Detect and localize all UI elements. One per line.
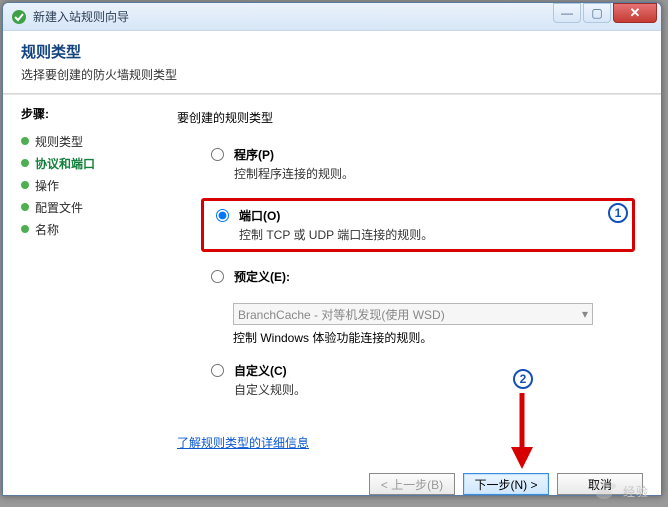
close-icon: ✕ xyxy=(630,6,641,19)
page-subtitle: 选择要创建的防火墙规则类型 xyxy=(21,66,643,83)
option-port[interactable]: 端口(O) 控制 TCP 或 UDP 端口连接的规则。 xyxy=(210,205,626,245)
firewall-icon xyxy=(11,9,27,25)
minimize-button[interactable]: — xyxy=(553,3,581,23)
step-label: 操作 xyxy=(35,177,59,194)
annotation-badge-2: 2 xyxy=(513,369,533,389)
step-label: 协议和端口 xyxy=(35,155,95,172)
option-predefined[interactable]: 预定义(E): xyxy=(205,266,635,289)
bullet-icon xyxy=(21,203,29,211)
radio-predefined[interactable] xyxy=(211,270,224,283)
wizard-button-row: < 上一步(B) 下一步(N) > 取消 xyxy=(369,473,643,495)
wizard-body: 步骤: 规则类型 协议和端口 操作 配置文件 名称 要创建的规则类型 程序(P)… xyxy=(3,95,661,507)
chevron-down-icon: ▾ xyxy=(582,307,588,321)
titlebar: 新建入站规则向导 — ▢ ✕ xyxy=(3,3,661,31)
steps-heading: 步骤: xyxy=(21,105,173,122)
wizard-main: 要创建的规则类型 程序(P) 控制程序连接的规则。 端口(O) 控制 TCP 或… xyxy=(173,95,661,507)
option-desc: 自定义规则。 xyxy=(234,381,306,398)
next-button[interactable]: 下一步(N) > xyxy=(463,473,549,495)
annotation-highlight-port: 端口(O) 控制 TCP 或 UDP 端口连接的规则。 1 xyxy=(201,198,635,252)
dropdown-value: BranchCache - 对等机发现(使用 WSD) xyxy=(238,306,445,323)
back-button[interactable]: < 上一步(B) xyxy=(369,473,455,495)
step-label: 配置文件 xyxy=(35,199,83,216)
step-label: 规则类型 xyxy=(35,133,83,150)
step-rule-type[interactable]: 规则类型 xyxy=(21,130,173,152)
close-button[interactable]: ✕ xyxy=(613,3,657,23)
option-desc: 控制 Windows 体验功能连接的规则。 xyxy=(233,329,635,346)
option-label: 程序(P) xyxy=(234,146,354,163)
step-action[interactable]: 操作 xyxy=(21,174,173,196)
learn-more-link[interactable]: 了解规则类型的详细信息 xyxy=(177,434,309,451)
cancel-button[interactable]: 取消 xyxy=(557,473,643,495)
option-program[interactable]: 程序(P) 控制程序连接的规则。 xyxy=(205,144,635,184)
wizard-window: 新建入站规则向导 — ▢ ✕ 规则类型 选择要创建的防火墙规则类型 步骤: 规则… xyxy=(2,2,662,496)
wizard-steps-sidebar: 步骤: 规则类型 协议和端口 操作 配置文件 名称 xyxy=(3,95,173,507)
option-label: 预定义(E): xyxy=(234,268,290,285)
svg-text:1: 1 xyxy=(615,206,622,220)
step-label: 名称 xyxy=(35,221,59,238)
step-profile[interactable]: 配置文件 xyxy=(21,196,173,218)
radio-program[interactable] xyxy=(211,148,224,161)
page-title: 规则类型 xyxy=(21,41,643,62)
option-custom[interactable]: 自定义(C) 自定义规则。 xyxy=(205,360,635,400)
option-desc: 控制程序连接的规则。 xyxy=(234,165,354,182)
step-protocol-port[interactable]: 协议和端口 xyxy=(21,152,173,174)
bullet-icon xyxy=(21,159,29,167)
option-desc: 控制 TCP 或 UDP 端口连接的规则。 xyxy=(239,226,433,243)
bullet-icon xyxy=(21,225,29,233)
svg-text:2: 2 xyxy=(520,372,527,386)
step-name[interactable]: 名称 xyxy=(21,218,173,240)
option-label: 自定义(C) xyxy=(234,362,306,379)
radio-port[interactable] xyxy=(216,209,229,222)
window-title: 新建入站规则向导 xyxy=(33,8,553,25)
bullet-icon xyxy=(21,181,29,189)
maximize-button[interactable]: ▢ xyxy=(583,3,611,23)
annotation-arrow-icon xyxy=(507,391,537,471)
option-label: 端口(O) xyxy=(239,207,433,224)
radio-custom[interactable] xyxy=(211,364,224,377)
group-label: 要创建的规则类型 xyxy=(177,109,635,126)
annotation-badge-1: 1 xyxy=(608,203,628,223)
predefined-dropdown[interactable]: BranchCache - 对等机发现(使用 WSD) ▾ xyxy=(233,303,593,325)
wizard-header: 规则类型 选择要创建的防火墙规则类型 xyxy=(3,31,661,87)
bullet-icon xyxy=(21,137,29,145)
